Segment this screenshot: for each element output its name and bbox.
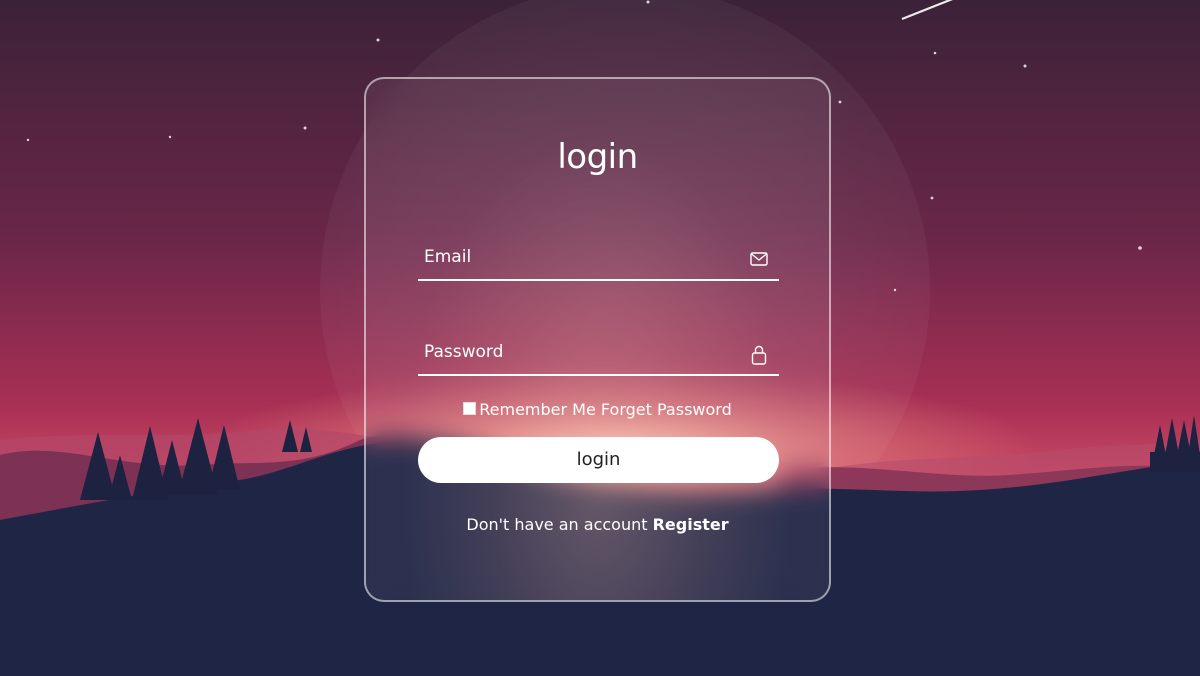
remember-label[interactable]: Remember Me (479, 400, 596, 419)
login-button[interactable]: login (418, 437, 779, 483)
form-title: login (557, 137, 638, 177)
lock-icon (749, 344, 769, 365)
mail-icon (749, 249, 769, 269)
remember-row: Remember Me Forget Password (366, 399, 829, 419)
remember-checkbox[interactable] (463, 402, 477, 415)
register-row: Don't have an account Register (366, 515, 829, 534)
password-field-container (418, 332, 779, 376)
email-field-container (418, 237, 779, 281)
forgot-password-link[interactable]: Forget Password (601, 400, 732, 419)
register-link[interactable]: Register (653, 515, 729, 534)
email-input[interactable] (418, 237, 738, 277)
password-input[interactable] (418, 332, 738, 372)
register-prompt: Don't have an account (466, 515, 648, 534)
login-card: login Remember Me Forget Password login … (364, 77, 831, 602)
